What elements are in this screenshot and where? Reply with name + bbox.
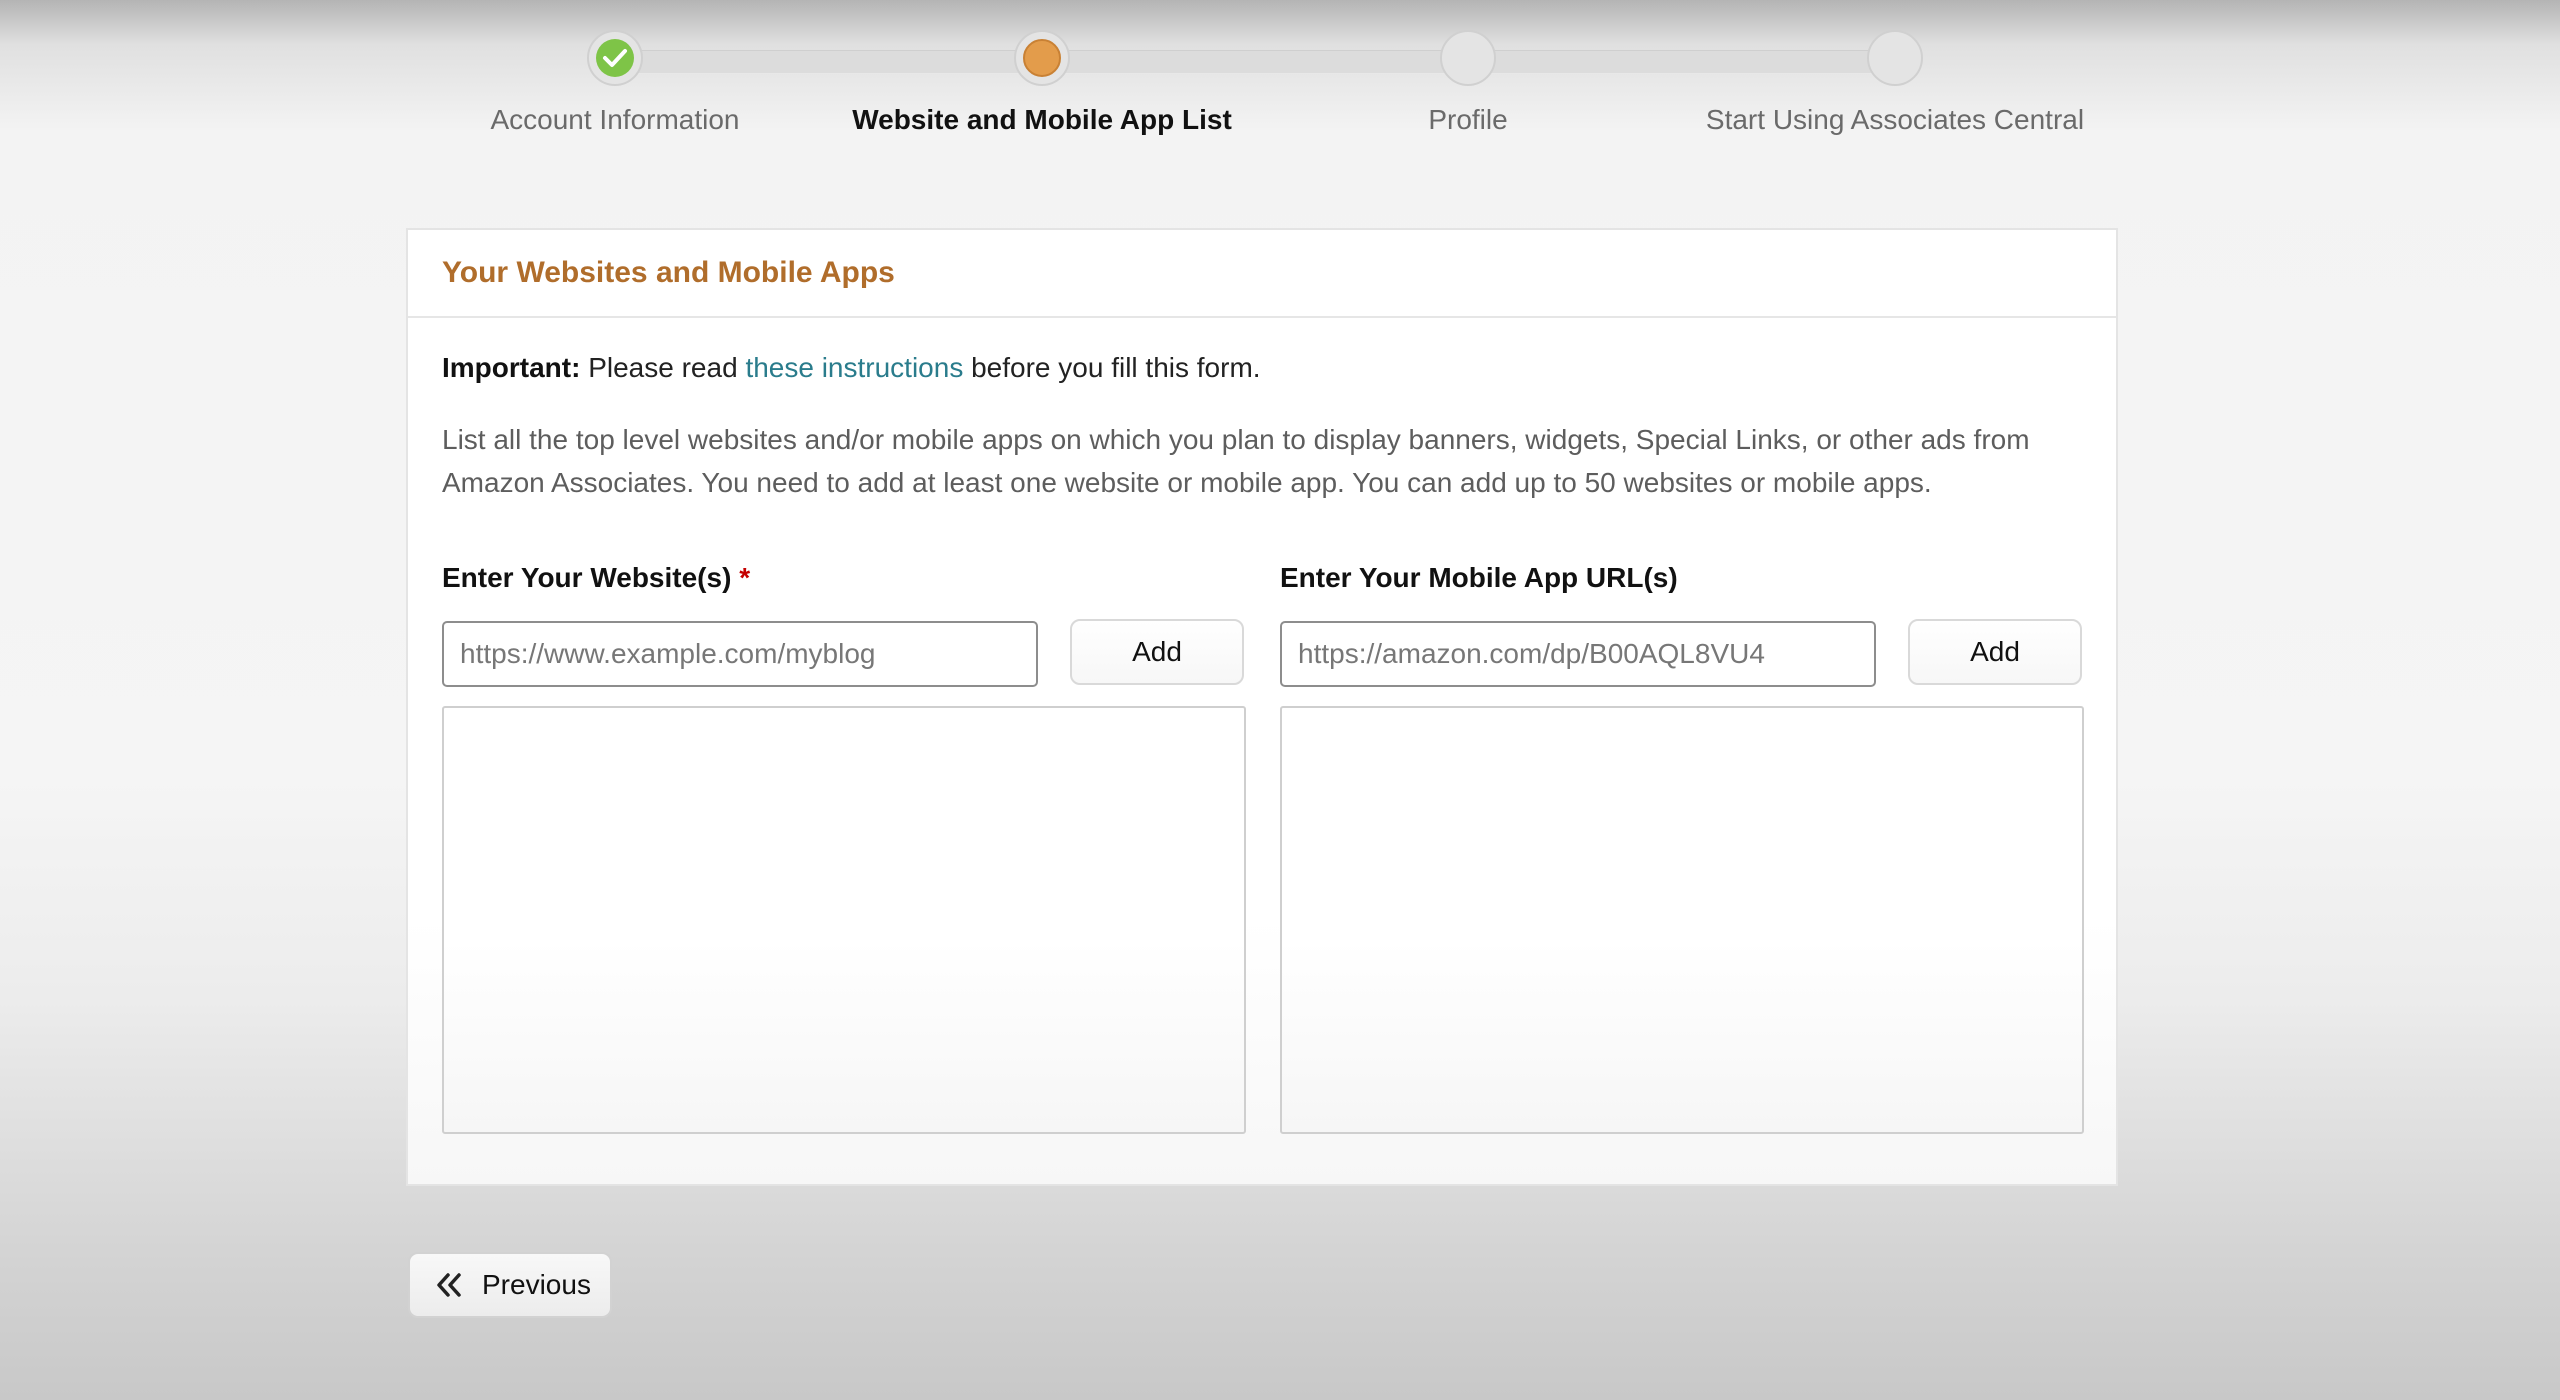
instructions-link[interactable]: these instructions xyxy=(745,352,963,383)
add-mobile-app-button[interactable]: Add xyxy=(1908,619,2082,685)
card-body: Important: Please read these instruction… xyxy=(408,318,2116,1184)
card-header: Your Websites and Mobile Apps xyxy=(408,230,2116,318)
checkmark-icon xyxy=(596,39,634,77)
step-start-using-associates-central: Start Using Associates Central xyxy=(1635,0,2155,170)
important-text: Please read xyxy=(580,352,746,383)
mobile-app-list[interactable] xyxy=(1280,706,2084,1134)
mobile-app-label-text: Enter Your Mobile App URL(s) xyxy=(1280,562,1678,593)
website-label-text: Enter Your Website(s) xyxy=(442,562,732,593)
important-text-after: before you fill this form. xyxy=(963,352,1261,383)
website-url-input[interactable] xyxy=(442,621,1038,687)
step-label: Start Using Associates Central xyxy=(1705,104,2085,135)
important-label: Important: xyxy=(442,352,581,383)
previous-label: Previous xyxy=(482,1269,591,1300)
step-indicator xyxy=(1867,30,1923,86)
add-website-button[interactable]: Add xyxy=(1070,619,1244,685)
double-chevron-left-icon xyxy=(434,1271,466,1299)
progress-stepper: Account Information Website and Mobile A… xyxy=(0,0,2560,170)
websites-apps-card: Your Websites and Mobile Apps Important:… xyxy=(406,228,2118,1186)
card-title: Your Websites and Mobile Apps xyxy=(442,256,895,289)
previous-button[interactable]: Previous xyxy=(408,1252,612,1318)
mobile-app-url-input[interactable] xyxy=(1280,621,1876,687)
step-indicator xyxy=(1014,30,1070,86)
current-step-dot xyxy=(1023,39,1061,77)
important-notice: Important: Please read these instruction… xyxy=(442,352,1261,384)
website-list[interactable] xyxy=(442,706,1246,1134)
mobile-app-field-label: Enter Your Mobile App URL(s) xyxy=(1280,562,1678,594)
website-field-label: Enter Your Website(s) * xyxy=(442,562,750,594)
required-marker: * xyxy=(739,562,751,593)
step-indicator xyxy=(587,30,643,86)
description-text: List all the top level websites and/or m… xyxy=(442,424,2030,498)
step-indicator xyxy=(1440,30,1496,86)
